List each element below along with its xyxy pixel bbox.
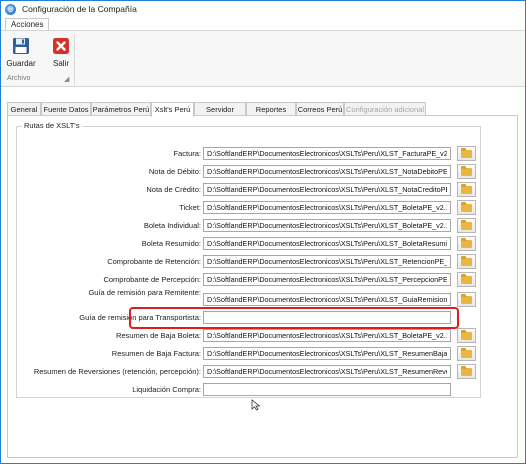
boleta-individual-path-input[interactable] — [203, 219, 451, 232]
liquidacion-compra-path-input[interactable] — [203, 383, 451, 396]
tab-reportes-peru[interactable]: Reportes Perú — [246, 102, 296, 127]
field-label: Resumen de Reversiones (retención, perce… — [33, 367, 201, 376]
field-label: Guía de remisión para Remitente: — [88, 288, 201, 297]
row-guia-remitente: Guía de remisión para Remitente: — [17, 289, 482, 307]
folder-icon — [461, 273, 472, 284]
field-label: Guía de remisión para Transportista: — [79, 313, 201, 322]
content-area: General Fuente Datos Parámetros Perú Xsl… — [1, 87, 525, 463]
tab-general[interactable]: General — [7, 102, 41, 116]
tab-configuracion-adicional: Configuración adicional — [344, 102, 426, 116]
boleta-resumido-path-input[interactable] — [203, 237, 451, 250]
field-label: Comprobante de Percepción: — [103, 275, 201, 284]
row-ticket: Ticket: — [17, 200, 482, 215]
exit-button-label: Salir — [52, 59, 69, 68]
xslt-tab-panel: Rutas de XSLT's Factura: Nota de Débito:… — [7, 115, 518, 458]
row-comprobante-percepcion: Comprobante de Percepción: — [17, 272, 482, 287]
save-button[interactable]: Guardar — [3, 34, 39, 72]
factura-path-input[interactable] — [203, 147, 451, 160]
tab-xslts-peru[interactable]: Xslt's Perú — [151, 102, 194, 117]
field-label: Resumen de Baja Factura: — [111, 349, 201, 358]
row-nota-debito: Nota de Débito: — [17, 164, 482, 179]
floppy-disk-icon — [13, 38, 29, 54]
browse-button[interactable] — [457, 218, 476, 233]
browse-button[interactable] — [457, 182, 476, 197]
guia-remitente-path-input[interactable] — [203, 293, 451, 306]
field-label: Resumen de Baja Boleta: — [115, 331, 201, 340]
tab-parametros-peru[interactable]: Parámetros Perú — [91, 102, 151, 116]
title-bar: ◎ Configuración de la Compañía — [1, 1, 525, 17]
folder-icon — [461, 255, 472, 266]
field-label: Nota de Crédito: — [146, 185, 201, 194]
field-label: Liquidación Compra: — [132, 385, 201, 394]
browse-button[interactable] — [457, 164, 476, 179]
field-label: Factura: — [173, 149, 201, 158]
browse-button[interactable] — [457, 254, 476, 269]
row-comprobante-retencion: Comprobante de Retención: — [17, 254, 482, 269]
tab-correos-peru[interactable]: Correos Perú — [296, 102, 344, 116]
close-icon — [53, 38, 69, 54]
reversiones-path-input[interactable] — [203, 365, 451, 378]
folder-icon — [461, 329, 472, 340]
row-nota-credito: Nota de Crédito: — [17, 182, 482, 197]
browse-button[interactable] — [457, 328, 476, 343]
xslt-paths-group: Rutas de XSLT's Factura: Nota de Débito:… — [16, 121, 482, 398]
browse-button[interactable] — [457, 292, 476, 307]
ribbon: Guardar Salir Archivo ◢ — [1, 30, 525, 87]
folder-icon — [461, 237, 472, 248]
browse-button[interactable] — [457, 346, 476, 361]
main-window: ◎ Configuración de la Compañía Acciones … — [0, 0, 526, 464]
field-label: Boleta Individual: — [143, 221, 201, 230]
ribbon-group-label: Archivo — [7, 75, 31, 82]
baja-boleta-path-input[interactable] — [203, 329, 451, 342]
save-button-label: Guardar — [6, 59, 36, 68]
window-title: Configuración de la Compañía — [22, 4, 137, 14]
guia-transportista-path-input[interactable] — [203, 311, 451, 324]
row-resumen-baja-boleta: Resumen de Baja Boleta: — [17, 328, 482, 343]
ribbon-tab-strip: Acciones — [1, 17, 525, 31]
row-factura: Factura: — [17, 146, 482, 161]
retencion-path-input[interactable] — [203, 255, 451, 268]
folder-icon — [461, 165, 472, 176]
folder-icon — [461, 183, 472, 194]
folder-icon — [461, 201, 472, 212]
app-logo-icon: ◎ — [5, 3, 16, 15]
ticket-path-input[interactable] — [203, 201, 451, 214]
folder-icon — [461, 219, 472, 230]
browse-button[interactable] — [457, 364, 476, 379]
browse-button[interactable] — [457, 200, 476, 215]
group-title: Rutas de XSLT's — [22, 121, 82, 130]
field-label: Nota de Débito: — [148, 167, 201, 176]
nota-debito-path-input[interactable] — [203, 165, 451, 178]
folder-icon — [461, 365, 472, 376]
tab-fuente-datos[interactable]: Fuente Datos — [41, 102, 91, 116]
row-resumen-reversiones: Resumen de Reversiones (retención, perce… — [17, 364, 482, 379]
browse-button[interactable] — [457, 236, 476, 251]
field-label: Boleta Resumido: — [141, 239, 201, 248]
folder-icon — [461, 347, 472, 358]
field-label: Ticket: — [179, 203, 201, 212]
folder-icon — [461, 293, 472, 304]
row-boleta-individual: Boleta Individual: — [17, 218, 482, 233]
field-label: Comprobante de Retención: — [107, 257, 201, 266]
nota-credito-path-input[interactable] — [203, 183, 451, 196]
row-resumen-baja-factura: Resumen de Baja Factura: — [17, 346, 482, 361]
ribbon-group-expand-icon[interactable]: ◢ — [64, 75, 69, 83]
tab-servidor-smpt[interactable]: Servidor SMPT — [194, 102, 246, 127]
ribbon-group-separator — [74, 35, 75, 85]
row-liquidacion-compra: Liquidación Compra: — [17, 383, 482, 397]
row-boleta-resumido: Boleta Resumido: — [17, 236, 482, 251]
settings-tab-strip: General Fuente Datos Parámetros Perú Xsl… — [7, 102, 519, 127]
folder-icon — [461, 147, 472, 158]
mouse-pointer-icon — [251, 399, 261, 411]
browse-button[interactable] — [457, 272, 476, 287]
baja-factura-path-input[interactable] — [203, 347, 451, 360]
browse-button[interactable] — [457, 146, 476, 161]
percepcion-path-input[interactable] — [203, 273, 451, 286]
row-guia-transportista: Guía de remisión para Transportista: — [17, 311, 482, 325]
